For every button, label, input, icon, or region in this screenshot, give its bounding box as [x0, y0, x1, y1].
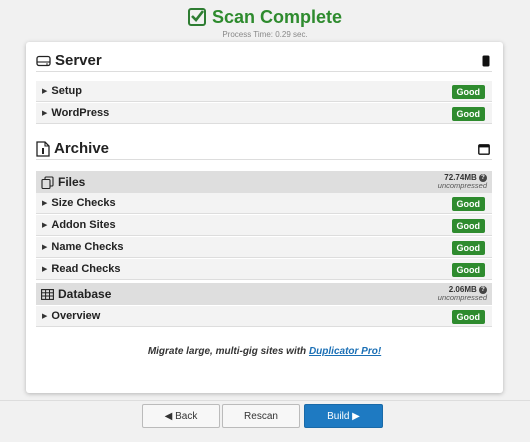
files-size-note: uncompressed	[437, 181, 487, 190]
archive-title: Archive	[54, 140, 110, 157]
footer-divider	[0, 400, 530, 401]
rescan-button[interactable]: Rescan	[222, 404, 300, 428]
row-label: Name Checks	[51, 241, 124, 253]
scan-results-panel: Server ▶ Setup Good ▶ WordPress Good Arc…	[26, 42, 503, 393]
database-size-note: uncompressed	[437, 293, 487, 302]
promo-text: Migrate large, multi-gig sites with Dupl…	[26, 346, 503, 357]
caret-right-icon: ▶	[42, 222, 48, 229]
database-size: 2.06MB ? uncompressed	[438, 285, 487, 302]
server-icon	[36, 55, 51, 66]
scan-header: Scan Complete Process Time: 0.29 sec.	[0, 6, 530, 39]
database-label: Database	[58, 287, 112, 301]
archive-section-header[interactable]: Archive	[36, 138, 492, 160]
caret-right-icon: ▶	[42, 110, 48, 117]
status-badge: Good	[451, 310, 485, 324]
row-label: Setup	[51, 85, 82, 97]
files-row-read-checks[interactable]: ▶ Read Checks Good	[36, 259, 492, 280]
status-badge: Good	[451, 85, 485, 99]
row-label: Overview	[51, 310, 101, 322]
promo-message: Migrate large, multi-gig sites with	[147, 346, 309, 357]
caret-right-icon: ▶	[42, 244, 48, 251]
files-row-size-checks[interactable]: ▶ Size Checks Good	[36, 193, 492, 214]
checkbox-check-icon	[187, 8, 206, 26]
build-button[interactable]: Build ▶	[304, 404, 383, 428]
caret-right-icon: ▶	[42, 200, 48, 207]
files-label: Files	[58, 175, 86, 189]
row-label: Addon Sites	[51, 219, 116, 231]
server-row-setup[interactable]: ▶ Setup Good	[36, 81, 492, 102]
row-label: WordPress	[51, 107, 110, 119]
database-group-header: Database 2.06MB ? uncompressed	[36, 283, 492, 305]
status-badge: Good	[451, 241, 485, 255]
collapse-icon[interactable]	[482, 54, 490, 72]
files-row-name-checks[interactable]: ▶ Name Checks Good	[36, 237, 492, 258]
caret-right-icon: ▶	[42, 313, 48, 320]
files-icon	[41, 175, 54, 189]
table-icon	[41, 288, 54, 300]
files-row-addon-sites[interactable]: ▶ Addon Sites Good	[36, 215, 492, 236]
server-section-header[interactable]: Server	[36, 50, 492, 72]
status-badge: Good	[451, 219, 485, 233]
row-label: Read Checks	[51, 263, 121, 275]
status-badge: Good	[451, 263, 485, 277]
server-row-wordpress[interactable]: ▶ WordPress Good	[36, 103, 492, 124]
files-group-header: Files 72.74MB ? uncompressed	[36, 171, 492, 193]
caret-right-icon: ▶	[42, 88, 48, 95]
status-badge: Good	[451, 107, 485, 121]
duplicator-pro-link[interactable]: Duplicator Pro!	[309, 346, 381, 357]
window-icon[interactable]	[478, 142, 490, 160]
caret-right-icon: ▶	[42, 266, 48, 273]
server-title: Server	[55, 52, 102, 69]
database-row-overview[interactable]: ▶ Overview Good	[36, 306, 492, 327]
archive-file-icon	[36, 140, 50, 157]
status-badge: Good	[451, 197, 485, 211]
page-title: Scan Complete	[211, 6, 343, 27]
process-time: Process Time: 0.29 sec.	[222, 30, 308, 39]
row-label: Size Checks	[51, 197, 116, 209]
files-size: 72.74MB ? uncompressed	[438, 173, 487, 190]
back-button[interactable]: ◀ Back	[142, 404, 220, 428]
